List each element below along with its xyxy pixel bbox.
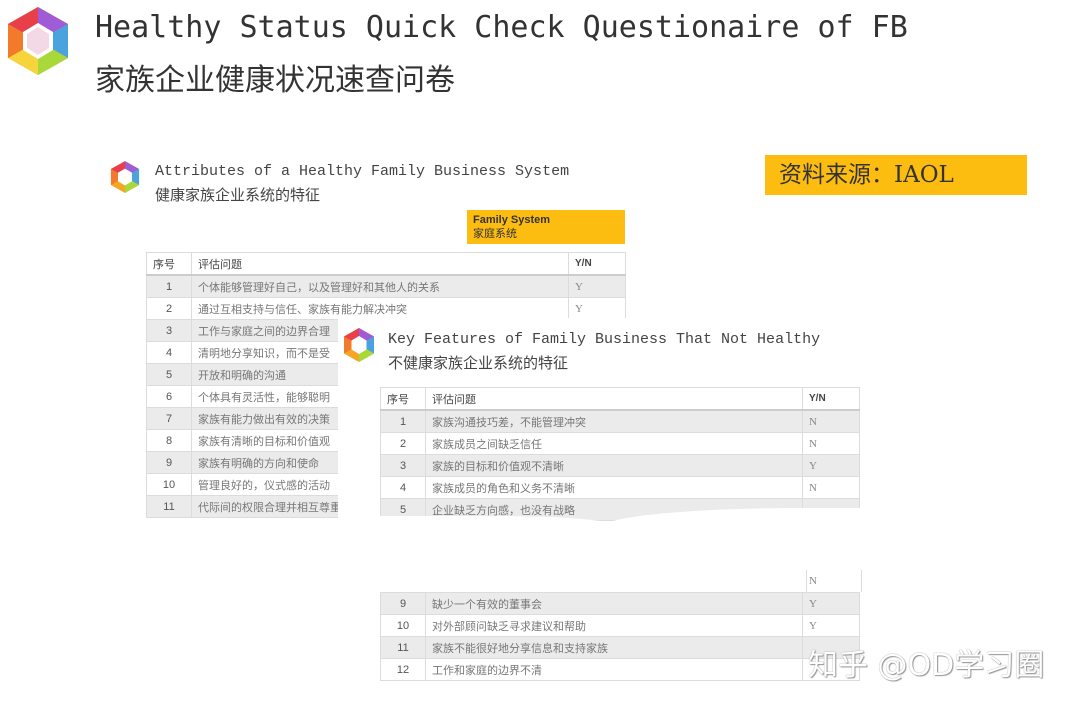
row-question: 家族不能很好地分享信息和支持家族 xyxy=(425,636,803,659)
table-row: 2 家族成员之间缺乏信任 N xyxy=(380,432,860,455)
table-row: 9 缺少一个有效的董事会 Y xyxy=(380,592,860,615)
col-header-yn: Y/N xyxy=(568,252,626,276)
page-title-zh: 家族企业健康状况速查问卷 xyxy=(95,63,455,98)
table-header-row: 序号 评估问题 Y/N xyxy=(380,387,860,411)
unhealthy-table-top: 序号 评估问题 Y/N 1 家族沟通技巧差，不能管理冲突 N 2 家族成员之间缺乏信任… xyxy=(380,387,860,521)
hexagon-logo-icon xyxy=(110,161,140,193)
watermark: 知乎 @OD学习圈 xyxy=(808,648,1045,683)
row-num: 9 xyxy=(380,592,426,615)
table-row: 1 个体能够管理好自己，以及管理好和其他人的关系 Y xyxy=(146,274,626,298)
row-num: 2 xyxy=(146,297,192,320)
row-question: 家族成员之间缺乏信任 xyxy=(425,432,803,455)
row-num: 8 xyxy=(146,429,192,452)
row-question: 对外部顾问缺乏寻求建议和帮助 xyxy=(425,614,803,637)
source-badge: 资料来源：IAOL xyxy=(765,155,1027,195)
row-num: 7 xyxy=(146,407,192,430)
hexagon-logo-icon xyxy=(344,328,374,362)
row-num: 4 xyxy=(146,341,192,364)
row-yn: N xyxy=(802,432,860,455)
row-num: 9 xyxy=(146,451,192,474)
table-row: 3 家族的目标和价值观不清晰 Y xyxy=(380,454,860,477)
col-header-question: 评估问题 xyxy=(191,252,569,276)
row-num: 5 xyxy=(146,363,192,386)
row-question: 通过互相支持与信任、家族有能力解决冲突 xyxy=(191,297,569,320)
col-header-num: 序号 xyxy=(146,252,192,276)
col-header-num: 序号 xyxy=(380,387,426,411)
row-num: 10 xyxy=(380,614,426,637)
row-num: 11 xyxy=(146,495,192,518)
row-yn: N xyxy=(802,409,860,433)
table-row: 11 家族不能很好地分享信息和支持家族 xyxy=(380,636,860,659)
table-row: 2 通过互相支持与信任、家族有能力解决冲突 Y xyxy=(146,297,626,320)
row-yn: Y xyxy=(568,297,626,320)
row-num: 10 xyxy=(146,473,192,496)
row-question: 个体能够管理好自己，以及管理好和其他人的关系 xyxy=(191,274,569,298)
family-system-tag-zh: 家庭系统 xyxy=(473,228,517,240)
row-question: 家族的目标和价值观不清晰 xyxy=(425,454,803,477)
torn-page-gap xyxy=(600,508,870,578)
table-row: 10 对外部顾问缺乏寻求建议和帮助 Y xyxy=(380,614,860,637)
table-row: 12 工作和家庭的边界不清 xyxy=(380,658,860,681)
partial-yn-cell: N xyxy=(806,570,862,592)
table-row: 4 家族成员的角色和义务不清晰 N xyxy=(380,476,860,499)
torn-page-gap xyxy=(376,516,616,576)
family-system-tag-en: Family System xyxy=(473,214,551,226)
hexagon-logo-icon xyxy=(8,7,68,75)
healthy-title-en: Attributes of a Healthy Family Business … xyxy=(155,163,570,180)
row-yn: Y xyxy=(568,274,626,298)
partial-yn: N xyxy=(809,575,817,587)
table-row: 1 家族沟通技巧差，不能管理冲突 N xyxy=(380,409,860,433)
row-question: 家族沟通技巧差，不能管理冲突 xyxy=(425,409,803,433)
unhealthy-table-bottom: 9 缺少一个有效的董事会 Y 10 对外部顾问缺乏寻求建议和帮助 Y 11 家族不能很好地… xyxy=(380,592,860,681)
page-title-en: Healthy Status Quick Check Questionaire … xyxy=(95,10,908,45)
row-num: 11 xyxy=(380,636,426,659)
family-system-tag: Family System 家庭系统 xyxy=(467,210,625,244)
row-yn: Y xyxy=(802,592,860,615)
col-header-yn: Y/N xyxy=(802,387,860,411)
row-question: 家族成员的角色和义务不清晰 xyxy=(425,476,803,499)
unhealthy-title-en: Key Features of Family Business That Not… xyxy=(388,331,821,348)
row-num: 6 xyxy=(146,385,192,408)
row-num: 12 xyxy=(380,658,426,681)
row-num: 3 xyxy=(380,454,426,477)
healthy-title-zh: 健康家族企业系统的特征 xyxy=(155,186,321,204)
row-num: 3 xyxy=(146,319,192,342)
col-header-question: 评估问题 xyxy=(425,387,803,411)
row-question: 缺少一个有效的董事会 xyxy=(425,592,803,615)
unhealthy-title-zh: 不健康家族企业系统的特征 xyxy=(388,354,569,372)
row-question: 工作和家庭的边界不清 xyxy=(425,658,803,681)
row-num: 4 xyxy=(380,476,426,499)
row-yn: Y xyxy=(802,454,860,477)
table-header-row: 序号 评估问题 Y/N xyxy=(146,252,626,276)
row-num: 2 xyxy=(380,432,426,455)
row-yn: N xyxy=(802,476,860,499)
row-num: 1 xyxy=(146,274,192,298)
row-num: 1 xyxy=(380,409,426,433)
row-yn: Y xyxy=(802,614,860,637)
